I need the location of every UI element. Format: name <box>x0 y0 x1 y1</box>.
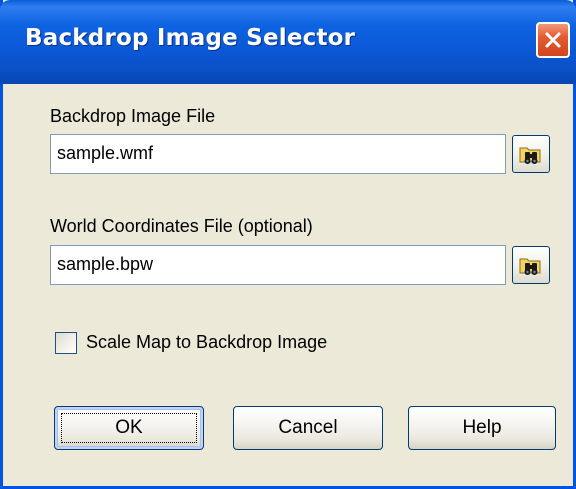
scale-map-label[interactable]: Scale Map to Backdrop Image <box>86 332 327 353</box>
world-file-label: World Coordinates File (optional) <box>50 216 313 236</box>
image-file-input[interactable]: sample.wmf <box>50 134 506 174</box>
binoculars-folder-icon <box>519 258 541 275</box>
image-file-label: Backdrop Image File <box>50 106 216 126</box>
close-button[interactable] <box>536 22 570 58</box>
binoculars-folder-icon <box>519 147 541 164</box>
title-bar[interactable]: Backdrop Image Selector <box>0 0 576 84</box>
world-file-input[interactable]: sample.bpw <box>50 245 506 285</box>
close-icon <box>545 32 561 48</box>
help-button[interactable]: Help <box>408 406 556 450</box>
ok-button[interactable]: OK <box>54 406 204 450</box>
browse-image-button[interactable] <box>512 135 550 173</box>
scale-map-checkbox[interactable] <box>55 332 77 354</box>
dialog-window: Backdrop Image Selector Backdrop Image F… <box>0 0 576 489</box>
focus-rect <box>61 413 197 443</box>
browse-world-button[interactable] <box>512 246 550 284</box>
window-title: Backdrop Image Selector <box>25 25 356 51</box>
cancel-button-label: Cancel <box>278 417 338 438</box>
cancel-button[interactable]: Cancel <box>233 406 383 450</box>
help-button-label: Help <box>462 417 502 438</box>
dialog-body: Backdrop Image File sample.wmf World Coo… <box>3 84 573 486</box>
